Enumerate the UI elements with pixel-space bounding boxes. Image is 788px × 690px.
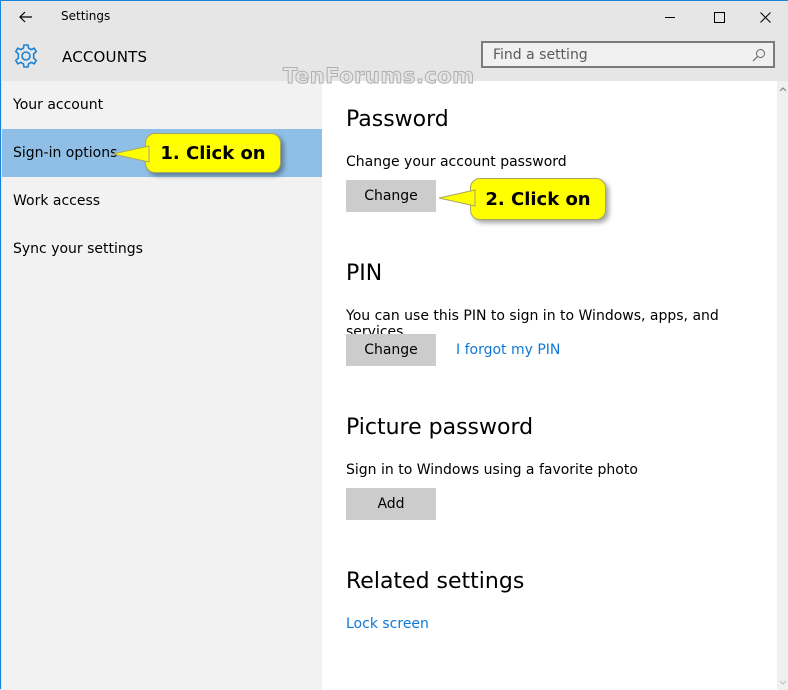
picture-password-heading: Picture password	[346, 415, 534, 440]
callout-2-pointer	[438, 189, 476, 207]
change-pin-button[interactable]: Change	[346, 334, 436, 366]
callout-1-text: 1. Click on	[160, 142, 266, 164]
watermark: TenForums.com	[283, 64, 475, 89]
sidebar-item-label: Sign-in options	[13, 145, 118, 161]
scroll-down-button[interactable]	[777, 676, 788, 688]
close-button[interactable]	[742, 1, 788, 33]
callout-1-pointer	[112, 145, 150, 163]
sidebar-item-sync-your-settings[interactable]: Sync your settings	[2, 225, 322, 273]
password-description: Change your account password	[346, 154, 567, 170]
window-title: Settings	[61, 9, 111, 23]
title-bar: Settings	[1, 1, 788, 33]
gear-icon	[14, 44, 38, 68]
minimize-icon	[664, 16, 675, 18]
chevron-down-icon	[779, 680, 787, 685]
lock-screen-link[interactable]: Lock screen	[346, 616, 429, 632]
forgot-pin-link[interactable]: I forgot my PIN	[456, 342, 560, 358]
sidebar-item-label: Your account	[13, 97, 104, 113]
back-button[interactable]	[13, 5, 39, 29]
page-title: ACCOUNTS	[62, 48, 148, 66]
maximize-icon	[713, 11, 725, 23]
chevron-up-icon	[779, 86, 787, 91]
close-icon	[759, 11, 771, 23]
content-pane: Password Change your account password Ch…	[322, 81, 777, 690]
vertical-scrollbar[interactable]	[777, 81, 788, 690]
sidebar-item-work-access[interactable]: Work access	[2, 177, 322, 225]
back-arrow-icon	[19, 11, 32, 23]
search-input[interactable]	[483, 45, 749, 64]
picture-password-description: Sign in to Windows using a favorite phot…	[346, 462, 638, 478]
sidebar-item-your-account[interactable]: Your account	[2, 81, 322, 129]
search-box[interactable]	[481, 41, 775, 68]
search-icon[interactable]	[749, 45, 769, 65]
sidebar-item-label: Sync your settings	[13, 241, 143, 257]
add-picture-password-button[interactable]: Add	[346, 488, 436, 520]
scroll-up-button[interactable]	[777, 83, 788, 95]
pin-heading: PIN	[346, 261, 383, 286]
callout-1: 1. Click on	[145, 133, 281, 173]
minimize-button[interactable]	[647, 1, 693, 33]
sidebar-item-label: Work access	[13, 193, 101, 209]
password-heading: Password	[346, 107, 449, 132]
maximize-button[interactable]	[696, 1, 742, 33]
related-settings-heading: Related settings	[346, 569, 525, 594]
callout-2: 2. Click on	[470, 178, 606, 220]
change-password-button[interactable]: Change	[346, 180, 436, 212]
callout-2-text: 2. Click on	[485, 188, 591, 210]
settings-window: Settings ACCOUNTS TenForums.com	[0, 0, 788, 690]
